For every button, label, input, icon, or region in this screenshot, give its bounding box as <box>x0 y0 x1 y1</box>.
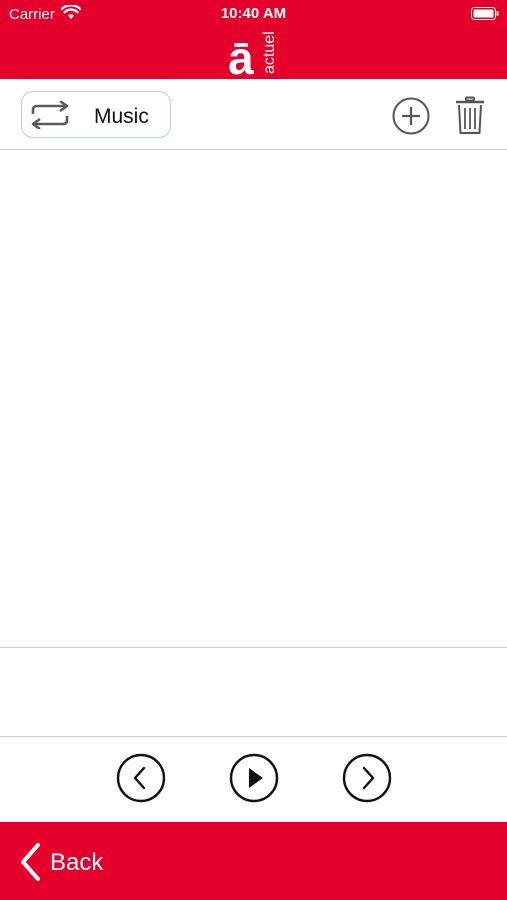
add-button[interactable] <box>391 96 431 141</box>
play-circle-icon <box>229 753 279 803</box>
trash-icon <box>456 96 484 134</box>
battery-icon <box>471 7 499 25</box>
status-time: 10:40 AM <box>220 5 287 22</box>
previous-button[interactable] <box>116 753 166 803</box>
chevron-left-circle-icon <box>116 753 166 803</box>
back-label: Back <box>50 849 104 876</box>
track-info-area <box>0 648 507 736</box>
delete-button[interactable] <box>454 96 486 141</box>
playlist-list[interactable] <box>0 150 507 647</box>
app-header: Carrier 10:40 AM ā actuel <box>0 0 507 84</box>
brand-logo-word: actuel <box>261 31 278 74</box>
footer-bar: Back <box>0 822 507 900</box>
chevron-left-icon <box>18 842 42 887</box>
plus-circle-icon <box>392 97 430 135</box>
playlist-mode-button[interactable]: Music <box>21 91 171 138</box>
brand-logo-letter: ā <box>228 32 254 78</box>
play-button[interactable] <box>229 753 279 803</box>
playlist-mode-label: Music <box>94 105 149 128</box>
brand-logo: ā actuel <box>224 22 284 84</box>
chevron-right-circle-icon <box>342 753 392 803</box>
next-button[interactable] <box>342 753 392 803</box>
player-controls <box>0 737 507 822</box>
repeat-icon <box>27 99 73 134</box>
